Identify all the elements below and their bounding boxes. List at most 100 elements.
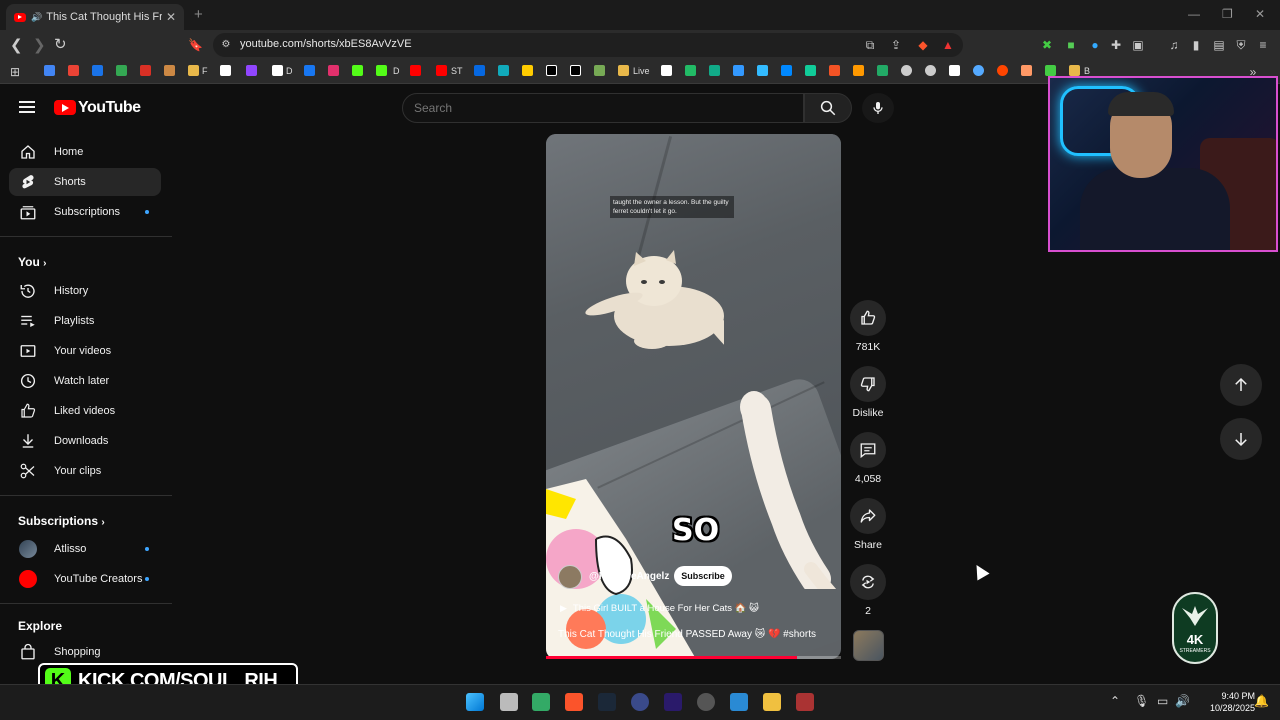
extension-blue-icon[interactable]: ● bbox=[1088, 38, 1102, 52]
youtube-bookmark-icon[interactable] bbox=[410, 65, 421, 76]
bookmark-icon-35[interactable] bbox=[925, 65, 936, 76]
obs-icon[interactable] bbox=[697, 693, 715, 711]
youtube-logo-text[interactable]: YouTube bbox=[78, 99, 141, 117]
bookmark-icon-4[interactable] bbox=[116, 65, 127, 76]
close-window-icon[interactable]: ✕ bbox=[1255, 7, 1265, 21]
search-input[interactable] bbox=[414, 101, 794, 115]
media-icon[interactable]: ♫ bbox=[1167, 38, 1181, 52]
bookmark-icon-36[interactable] bbox=[949, 65, 960, 76]
sidebar-item-your-videos[interactable]: Your videos bbox=[9, 337, 161, 365]
screenshot-icon[interactable]: ▣ bbox=[1131, 38, 1145, 52]
bookmark-icon-28[interactable] bbox=[757, 65, 768, 76]
dislike-button[interactable] bbox=[850, 366, 886, 402]
close-tab-icon[interactable]: ✕ bbox=[166, 10, 176, 24]
bookmark-icon-26[interactable] bbox=[709, 65, 720, 76]
folder-b-icon[interactable] bbox=[1069, 65, 1080, 76]
sidebar-item-youtube-creators[interactable]: YouTube Creators bbox=[9, 565, 161, 593]
apps-grid-icon[interactable]: ⊞ bbox=[8, 65, 22, 79]
gmail-icon[interactable] bbox=[68, 65, 79, 76]
bookmark-icon-5[interactable] bbox=[140, 65, 151, 76]
extension-counter-icon[interactable]: ■ bbox=[1064, 38, 1078, 52]
bookmark-icon-40[interactable] bbox=[1045, 65, 1056, 76]
share-button[interactable] bbox=[850, 498, 886, 534]
network-icon[interactable]: ▭ bbox=[1157, 694, 1168, 708]
reload-icon[interactable]: ↻ bbox=[54, 35, 67, 53]
minimize-icon[interactable]: — bbox=[1188, 7, 1200, 21]
brave-shield-icon[interactable]: ◆ bbox=[916, 38, 930, 52]
folder-icon[interactable] bbox=[188, 65, 199, 76]
bookmark-icon-10[interactable] bbox=[272, 65, 283, 76]
bookmark-label[interactable]: D bbox=[286, 66, 293, 76]
video-progress-bar[interactable] bbox=[546, 656, 841, 659]
bookmark-icon-27[interactable] bbox=[733, 65, 744, 76]
bookmark-icon-8[interactable] bbox=[220, 65, 231, 76]
extension-icon[interactable]: ✖ bbox=[1040, 38, 1054, 52]
forward-icon[interactable]: ❯ bbox=[33, 36, 46, 54]
subscriptions-heading[interactable]: Subscriptions › bbox=[18, 514, 105, 528]
bookmark-label[interactable]: B bbox=[1084, 66, 1090, 76]
bookmark-label[interactable]: D bbox=[393, 66, 400, 76]
voice-search-button[interactable] bbox=[862, 93, 894, 123]
app-icon-2[interactable] bbox=[631, 693, 649, 711]
brave-browser-icon[interactable] bbox=[565, 693, 583, 711]
microphone-tray-icon[interactable]: 🎙 bbox=[1134, 694, 1149, 708]
bookmark-icon-34[interactable] bbox=[901, 65, 912, 76]
extensions-puzzle-icon[interactable]: ✚ bbox=[1109, 38, 1123, 52]
sidebar-item-home[interactable]: Home bbox=[9, 138, 161, 166]
facebook-icon[interactable] bbox=[304, 65, 315, 76]
sidebar-item-history[interactable]: History bbox=[9, 277, 161, 305]
search-box[interactable] bbox=[402, 93, 804, 123]
mega-bonk-icon[interactable] bbox=[796, 693, 814, 711]
sidebar-toggle-icon[interactable]: ▮ bbox=[1189, 38, 1203, 52]
site-info-icon[interactable]: ⚙ bbox=[219, 38, 233, 52]
kick-icon-2[interactable] bbox=[376, 65, 387, 76]
url-text[interactable]: youtube.com/shorts/xbES8AvVzVE bbox=[240, 38, 412, 50]
reddit-icon[interactable] bbox=[997, 65, 1008, 76]
bookmark-icon-19[interactable] bbox=[522, 65, 533, 76]
short-title[interactable]: This Cat Thought His Friend PASSED Away … bbox=[558, 629, 816, 640]
back-icon[interactable]: ❮ bbox=[10, 36, 23, 54]
notifications-icon[interactable]: 🔔 bbox=[1254, 694, 1269, 708]
task-view-icon[interactable] bbox=[500, 693, 518, 711]
bookmark-icon-16[interactable] bbox=[436, 65, 447, 76]
bookmark-icon-29[interactable] bbox=[781, 65, 792, 76]
bookmark-icon-3[interactable] bbox=[92, 65, 103, 76]
maximize-icon[interactable]: ❐ bbox=[1222, 7, 1233, 21]
bookmark-icon-32[interactable] bbox=[853, 65, 864, 76]
sidebar-item-shopping[interactable]: Shopping bbox=[9, 638, 161, 666]
like-button[interactable] bbox=[850, 300, 886, 336]
tiktok-icon[interactable] bbox=[546, 65, 557, 76]
vpn-icon[interactable]: ⛨ bbox=[1234, 38, 1248, 52]
subscribe-button[interactable]: Subscribe bbox=[674, 566, 732, 586]
related-video-link[interactable]: ▶ This Girl BUILT a House For Her Cats 🏠 … bbox=[560, 603, 759, 614]
brave-rewards-icon[interactable]: ▲ bbox=[941, 38, 955, 52]
bookmark-icon-39[interactable] bbox=[1021, 65, 1032, 76]
sidebar-item-playlists[interactable]: Playlists bbox=[9, 307, 161, 335]
sidebar-item-shorts[interactable]: Shorts bbox=[9, 168, 161, 196]
photos-icon[interactable] bbox=[730, 693, 748, 711]
amazon-icon[interactable] bbox=[661, 65, 672, 76]
bookmark-icon-18[interactable] bbox=[498, 65, 509, 76]
wallet-icon[interactable]: ▤ bbox=[1212, 38, 1226, 52]
bookmark-icon-25[interactable] bbox=[685, 65, 696, 76]
new-tab-icon[interactable]: + bbox=[194, 6, 203, 23]
premiere-pro-icon[interactable] bbox=[664, 693, 682, 711]
bookmark-icon-33[interactable] bbox=[877, 65, 888, 76]
share-page-icon[interactable]: ⇪ bbox=[889, 38, 903, 52]
bookmark-label[interactable]: Live bbox=[633, 66, 650, 76]
app-icon[interactable] bbox=[532, 693, 550, 711]
volume-icon[interactable]: 🔊 bbox=[1175, 694, 1190, 708]
youtube-logo-icon[interactable] bbox=[54, 100, 76, 115]
taskbar-clock[interactable]: 9:40 PM 10/28/2025 bbox=[1210, 690, 1255, 714]
channel-name[interactable]: @PetsAreAngelz bbox=[589, 571, 669, 582]
comments-button[interactable] bbox=[850, 432, 886, 468]
meta-icon[interactable] bbox=[474, 65, 485, 76]
bookmark-icon-30[interactable] bbox=[805, 65, 816, 76]
sidebar-item-your-clips[interactable]: Your clips bbox=[9, 457, 161, 485]
tray-overflow-icon[interactable]: ⌃ bbox=[1110, 694, 1120, 708]
folder-live-icon[interactable] bbox=[618, 65, 629, 76]
x-icon[interactable] bbox=[570, 65, 581, 76]
search-button[interactable] bbox=[804, 93, 852, 123]
browser-menu-icon[interactable]: ≡ bbox=[1256, 38, 1270, 52]
bookmark-label[interactable]: F bbox=[202, 66, 208, 76]
